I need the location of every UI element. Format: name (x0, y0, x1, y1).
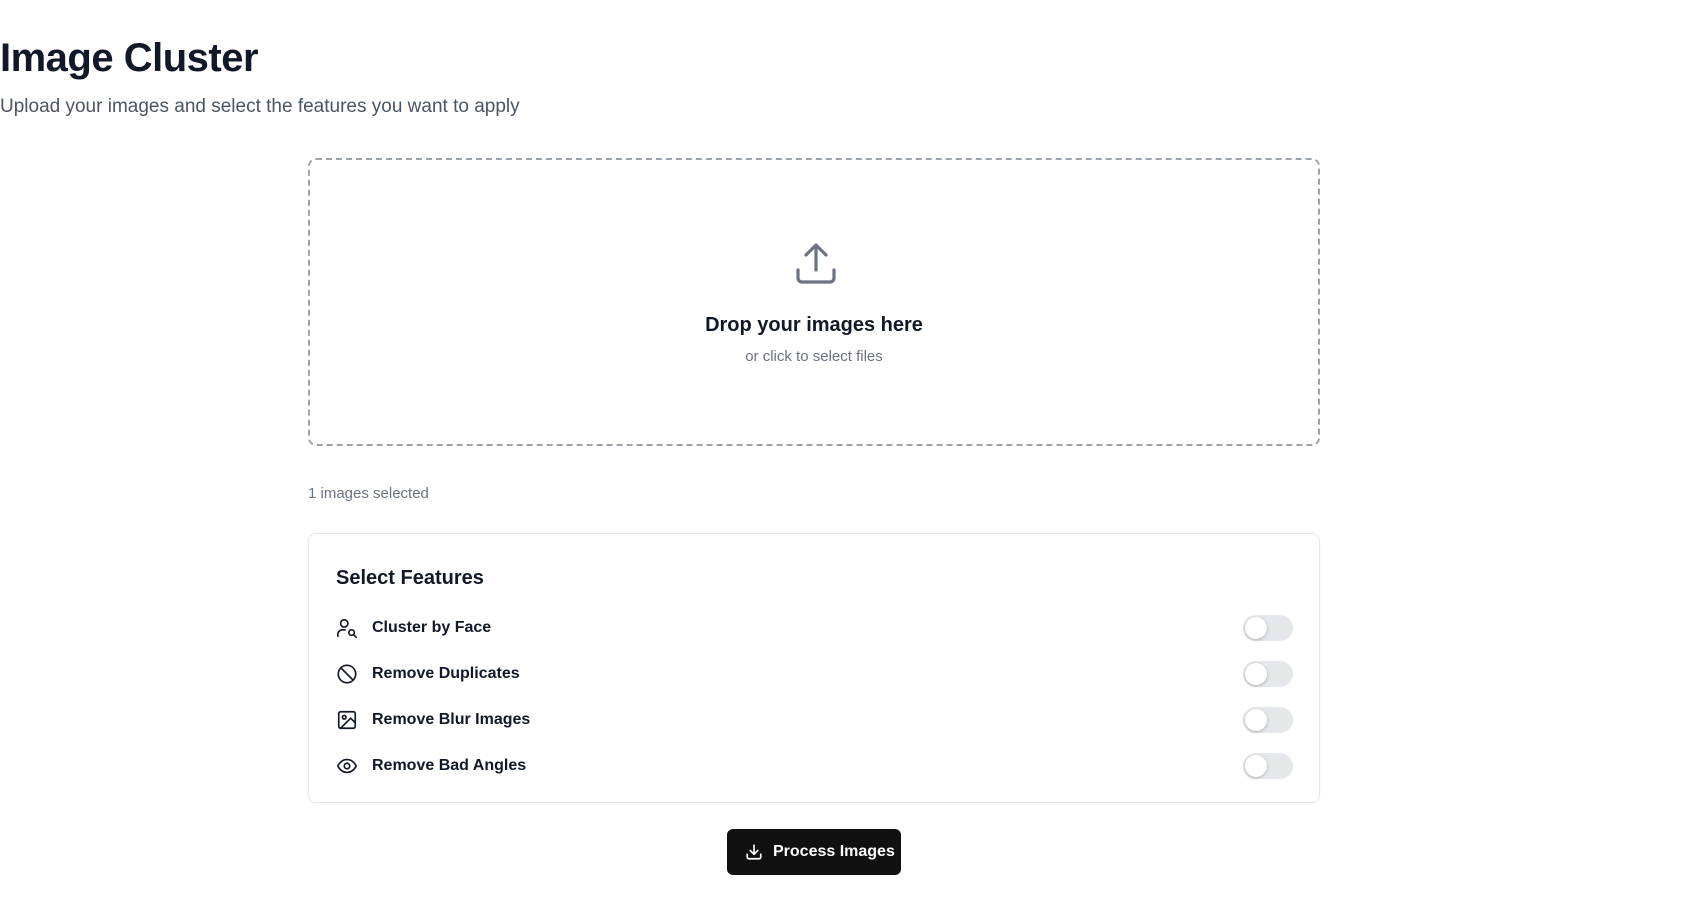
toggle-knob (1245, 755, 1267, 777)
process-images-button[interactable]: Process Images (727, 829, 901, 875)
page-title: Image Cluster (0, 36, 259, 80)
toggle-cluster-by-face[interactable] (1243, 615, 1293, 641)
feature-row-remove-blur-images: Remove Blur Images (336, 705, 1293, 735)
feature-label: Remove Blur Images (372, 711, 531, 728)
toggle-knob (1245, 617, 1267, 639)
toggle-remove-duplicates[interactable] (1243, 661, 1293, 687)
toggle-knob (1245, 709, 1267, 731)
feature-row-remove-bad-angles: Remove Bad Angles (336, 751, 1293, 781)
feature-row-cluster-by-face: Cluster by Face (336, 613, 1293, 643)
dropzone-title: Drop your images here (705, 314, 923, 336)
download-icon (746, 844, 762, 860)
process-button-label: Process Images (773, 843, 895, 860)
features-panel: Select Features Cluster by Face Remove D… (308, 533, 1320, 803)
image-icon (337, 710, 357, 730)
toggle-remove-bad-angles[interactable] (1243, 753, 1293, 779)
page-subtitle: Upload your images and select the featur… (0, 96, 520, 117)
dropzone-subtitle: or click to select files (745, 348, 883, 365)
toggle-knob (1245, 663, 1267, 685)
upload-icon (796, 243, 836, 284)
page: Image Cluster Upload your images and sel… (0, 0, 1695, 921)
feature-label: Remove Duplicates (372, 665, 520, 682)
eye-icon (337, 758, 357, 774)
feature-row-remove-duplicates: Remove Duplicates (336, 659, 1293, 689)
features-title: Select Features (336, 567, 484, 589)
selected-count: 1 images selected (308, 485, 429, 502)
feature-label: Cluster by Face (372, 619, 492, 636)
feature-label: Remove Bad Angles (372, 757, 527, 774)
toggle-remove-blur-images[interactable] (1243, 707, 1293, 733)
user-search-icon (337, 618, 357, 638)
ban-icon (337, 664, 357, 684)
image-dropzone[interactable]: Drop your images here or click to select… (308, 158, 1320, 446)
